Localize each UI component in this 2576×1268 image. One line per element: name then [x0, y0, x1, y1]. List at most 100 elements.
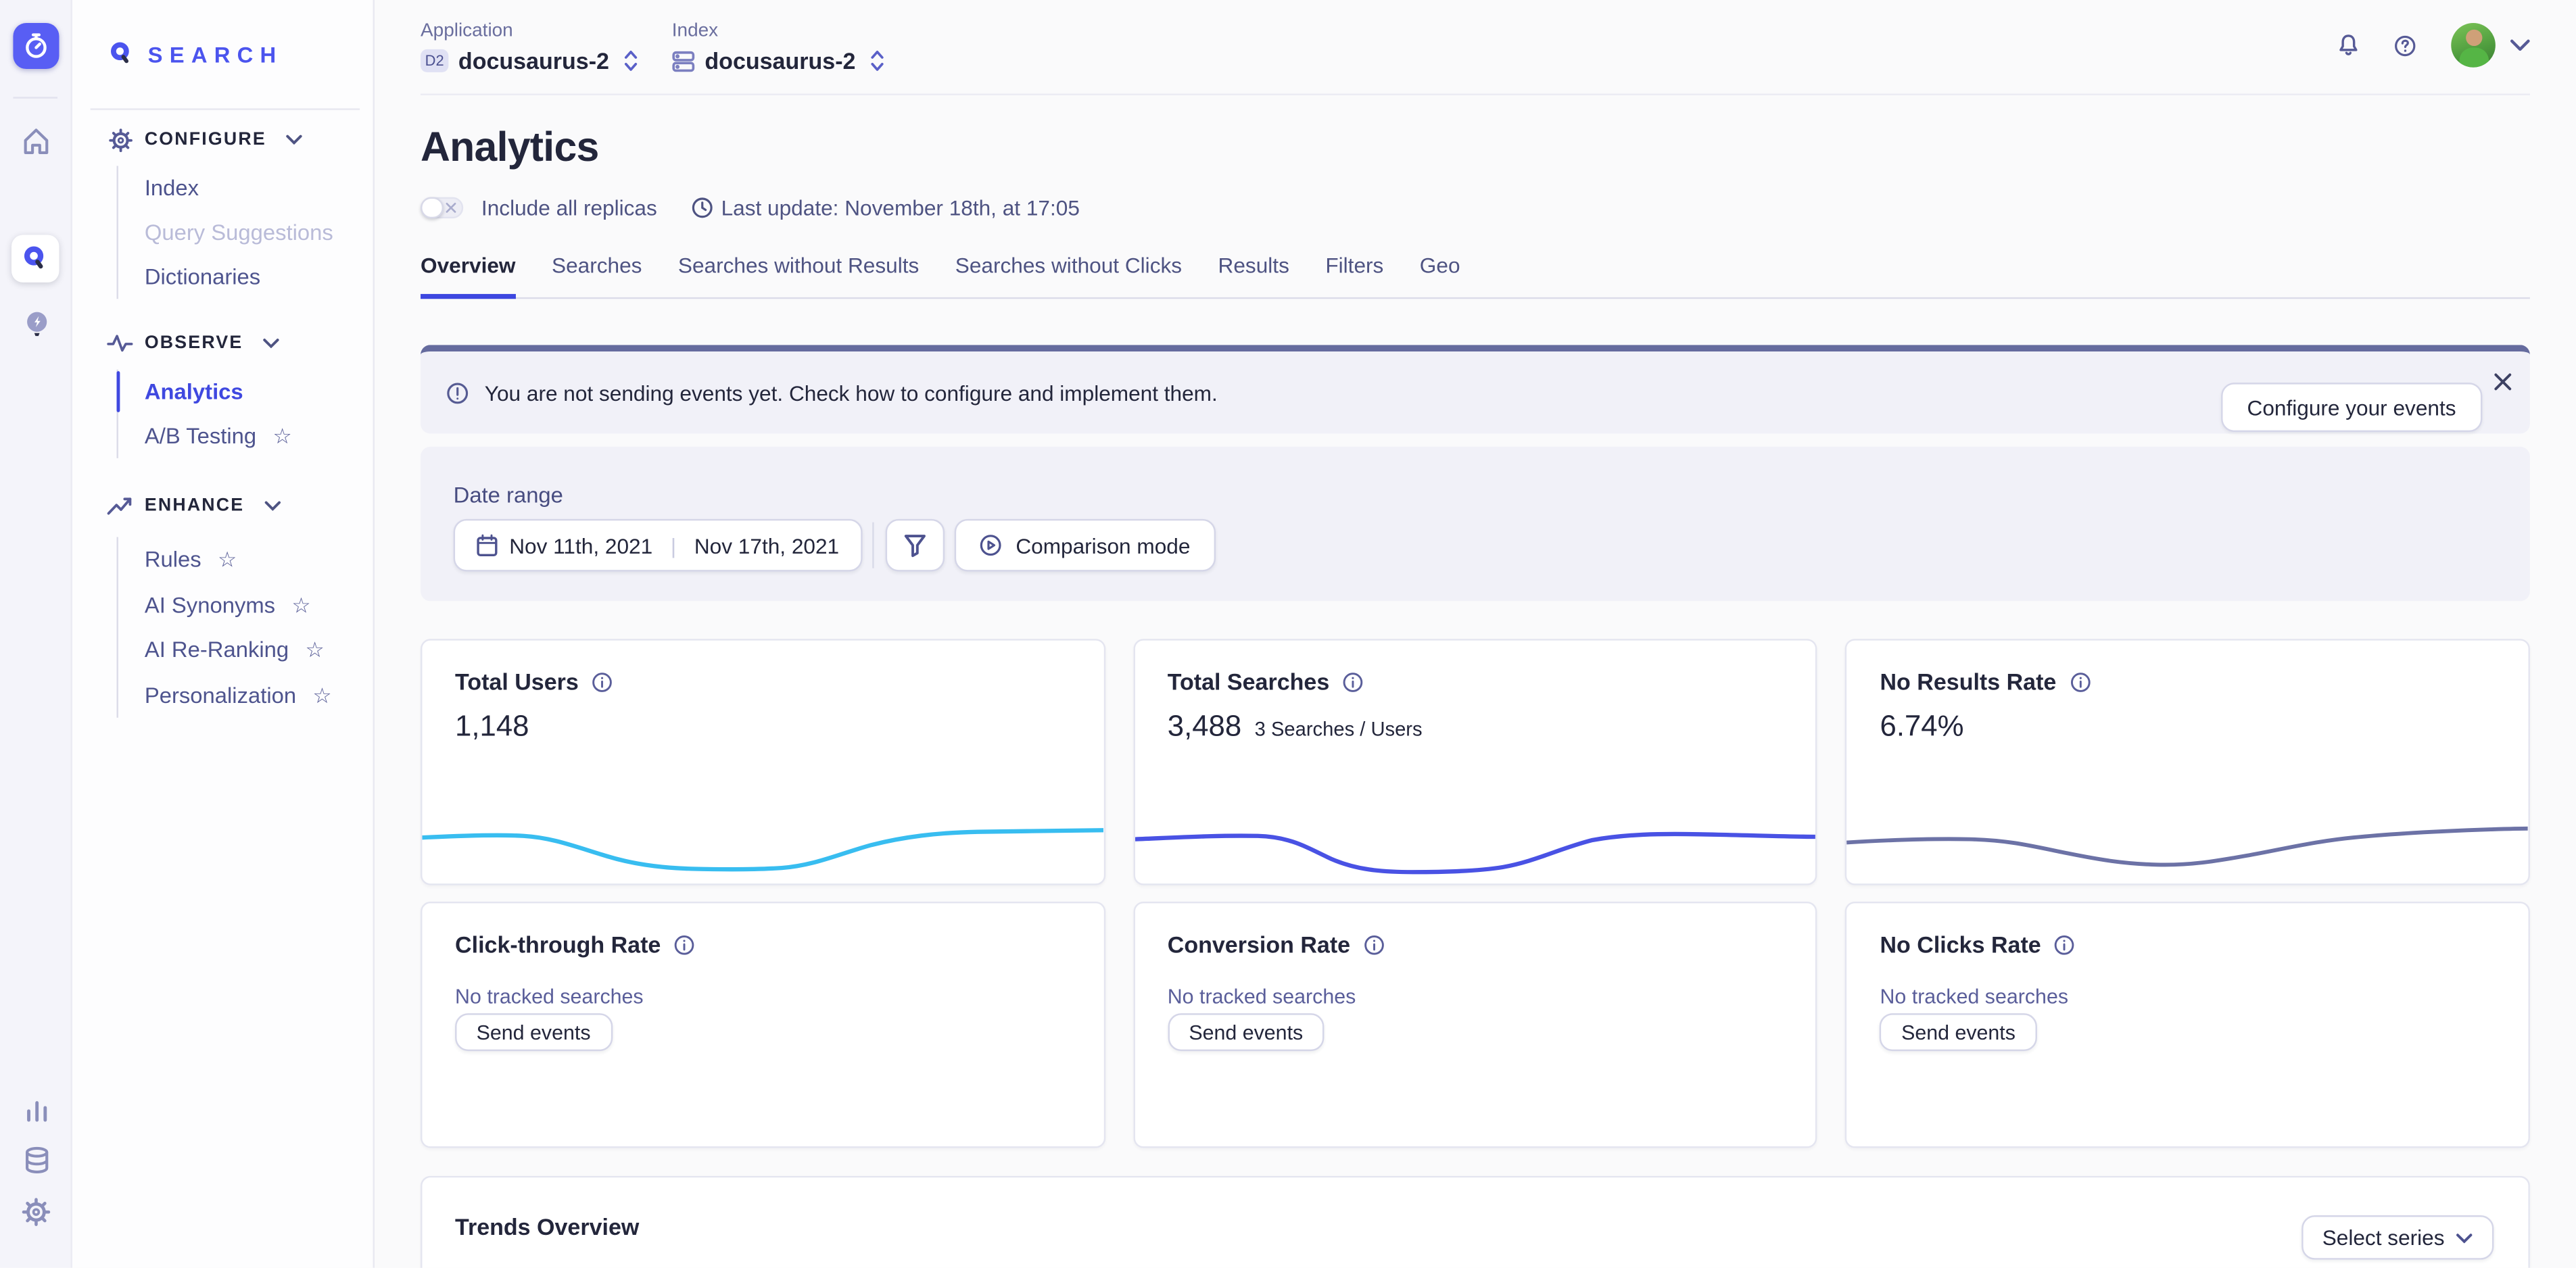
- card-title: Total Users: [455, 668, 579, 695]
- info-icon[interactable]: [1343, 671, 1364, 693]
- database-icon[interactable]: [0, 1145, 72, 1176]
- send-events-button[interactable]: Send events: [455, 1013, 612, 1051]
- close-icon[interactable]: [2494, 373, 2512, 391]
- info-icon[interactable]: [1364, 933, 1385, 955]
- card-title: No Results Rate: [1880, 668, 2056, 695]
- select-series-label: Select series: [2322, 1225, 2445, 1250]
- star-icon[interactable]: ☆: [218, 549, 237, 570]
- metric-cards-row1: Total Users 1,148 Total Searches 3: [421, 639, 2530, 885]
- play-circle-icon: [980, 534, 1003, 557]
- observe-items: Analytics A/B Testing☆: [117, 370, 292, 458]
- clock-icon: [692, 197, 713, 219]
- send-events-button[interactable]: Send events: [1168, 1013, 1325, 1051]
- star-icon[interactable]: ☆: [272, 425, 291, 447]
- section-observe-header[interactable]: OBSERVE: [107, 330, 363, 356]
- bar-chart-icon[interactable]: [0, 1094, 72, 1125]
- sidebar-item-personalization[interactable]: Personalization☆: [145, 673, 332, 718]
- click-through-rate-card: Click-through Rate No tracked searches S…: [421, 902, 1105, 1148]
- sidebar-item-dictionaries[interactable]: Dictionaries: [145, 255, 333, 299]
- app-switcher-button[interactable]: [13, 23, 59, 69]
- meta-row: Include all replicas Last update: Novemb…: [421, 195, 2530, 220]
- card-note: 3 Searches / Users: [1255, 719, 1423, 739]
- index-selector[interactable]: Index docusaurus-2: [672, 22, 884, 74]
- last-update-text: Last update: November 18th, at 17:05: [721, 195, 1080, 220]
- section-configure: CONFIGURE: [107, 126, 363, 153]
- info-icon[interactable]: [674, 933, 696, 955]
- empty-message: No tracked searches: [455, 985, 644, 1008]
- home-icon[interactable]: [0, 125, 72, 158]
- tab-searches-without-clicks[interactable]: Searches without Clicks: [955, 253, 1182, 297]
- empty-message: No tracked searches: [1880, 985, 2068, 1008]
- gear-icon: [107, 127, 133, 151]
- icon-rail: [0, 0, 72, 1268]
- page-title: Analytics: [421, 128, 2530, 168]
- sort-icon: [870, 49, 883, 72]
- comparison-mode-button[interactable]: Comparison mode: [955, 519, 1214, 572]
- info-icon[interactable]: [2070, 671, 2091, 693]
- star-icon[interactable]: ☆: [305, 639, 324, 661]
- search-product-active[interactable]: [11, 235, 59, 282]
- section-label: ENHANCE: [145, 496, 244, 516]
- total-users-sparkline: [422, 805, 1103, 877]
- tab-searches-without-results[interactable]: Searches without Results: [678, 253, 919, 297]
- chevron-down-icon[interactable]: [2510, 39, 2530, 51]
- sidebar-item-index[interactable]: Index: [145, 166, 333, 210]
- card-value: 6.74%: [1880, 711, 1963, 741]
- tab-overview[interactable]: Overview: [421, 253, 516, 299]
- info-icon: [445, 380, 469, 404]
- trends-title: Trends Overview: [455, 1214, 639, 1240]
- sidebar-item-analytics[interactable]: Analytics: [145, 370, 292, 414]
- star-icon[interactable]: ☆: [291, 594, 310, 616]
- toggle-off-icon: [445, 203, 456, 214]
- vertical-separator: [873, 522, 874, 568]
- avatar[interactable]: [2451, 23, 2496, 68]
- tab-bar: Overview Searches Searches without Resul…: [421, 253, 2530, 299]
- section-observe: OBSERVE: [107, 330, 363, 356]
- sidebar-item-ai-reranking[interactable]: AI Re-Ranking☆: [145, 627, 332, 673]
- include-replicas-toggle[interactable]: [421, 197, 463, 219]
- filter-button[interactable]: [885, 519, 944, 572]
- lightbulb-icon[interactable]: [0, 309, 72, 340]
- total-searches-card: Total Searches 3,488 3 Searches / Users: [1133, 639, 1817, 885]
- sidebar-item-ai-synonyms[interactable]: AI Synonyms☆: [145, 582, 332, 627]
- chevron-down-icon: [264, 501, 280, 511]
- help-icon[interactable]: [2393, 34, 2416, 57]
- date-separator: |: [671, 533, 676, 557]
- comparison-mode-label: Comparison mode: [1016, 533, 1190, 557]
- sidebar-divider: [91, 108, 360, 109]
- info-icon[interactable]: [592, 671, 613, 693]
- metric-cards-row2: Click-through Rate No tracked searches S…: [421, 902, 2530, 1148]
- gear-icon[interactable]: [0, 1197, 72, 1227]
- search-logo[interactable]: SEARCH: [108, 41, 283, 68]
- rail-divider: [13, 97, 57, 98]
- sidebar-item-rules[interactable]: Rules☆: [145, 537, 332, 583]
- application-selector[interactable]: Application D2 docusaurus-2: [421, 22, 637, 74]
- select-series-button[interactable]: Select series: [2301, 1215, 2494, 1260]
- section-enhance-header[interactable]: ENHANCE: [107, 493, 363, 519]
- sidebar: SEARCH CONFIGURE Index Query Suggestions: [72, 0, 375, 1268]
- index-value: docusaurus-2: [705, 47, 855, 74]
- sidebar-item-query-suggestions[interactable]: Query Suggestions: [145, 210, 333, 255]
- total-users-card: Total Users 1,148: [421, 639, 1105, 885]
- configure-events-button[interactable]: Configure your events: [2221, 383, 2483, 432]
- search-icon: [22, 245, 49, 272]
- date-end: Nov 17th, 2021: [694, 533, 839, 557]
- sidebar-item-ab-testing[interactable]: A/B Testing☆: [145, 414, 292, 458]
- no-results-rate-sparkline: [1847, 805, 2529, 877]
- index-icon: [672, 50, 695, 72]
- app-window: SEARCH CONFIGURE Index Query Suggestions: [0, 0, 2576, 1268]
- trend-up-icon: [107, 496, 133, 516]
- tab-searches[interactable]: Searches: [552, 253, 642, 297]
- date-range-button[interactable]: Nov 11th, 2021 | Nov 17th, 2021: [454, 519, 863, 572]
- tab-results[interactable]: Results: [1218, 253, 1289, 297]
- star-icon[interactable]: ☆: [312, 685, 331, 706]
- info-icon[interactable]: [2054, 933, 2076, 955]
- tab-geo[interactable]: Geo: [1420, 253, 1460, 297]
- no-results-rate-card: No Results Rate 6.74%: [1845, 639, 2529, 885]
- send-events-button[interactable]: Send events: [1880, 1013, 2036, 1051]
- logo-text: SEARCH: [148, 42, 283, 66]
- chevron-down-icon: [263, 339, 279, 349]
- tab-filters[interactable]: Filters: [1325, 253, 1383, 297]
- bell-icon[interactable]: [2336, 33, 2360, 57]
- section-configure-header[interactable]: CONFIGURE: [107, 126, 363, 153]
